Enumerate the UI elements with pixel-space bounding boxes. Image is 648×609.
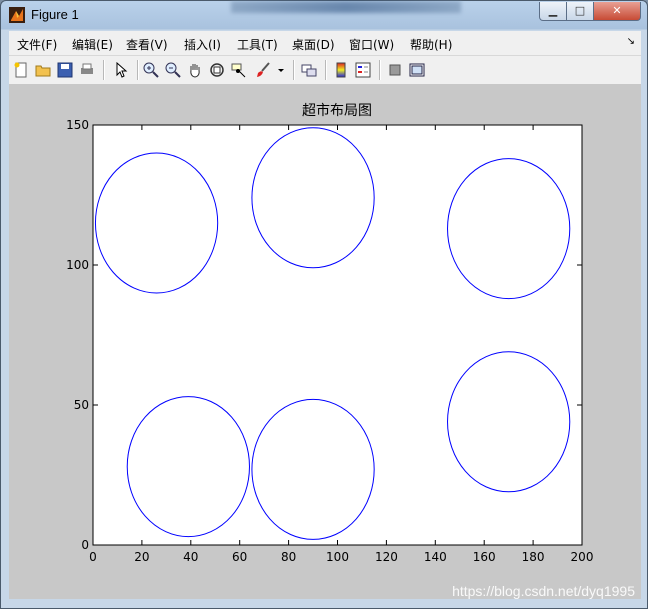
open-file-icon[interactable] (33, 60, 53, 80)
menu-tools[interactable]: 工具(T) (237, 36, 278, 53)
x-tick-label: 60 (232, 550, 247, 564)
link-plot-icon[interactable] (299, 60, 319, 80)
new-figure-icon[interactable] (11, 60, 31, 80)
y-tick-label: 0 (81, 538, 89, 552)
menu-window[interactable]: 窗口(W) (349, 36, 394, 53)
legend-icon[interactable] (353, 60, 373, 80)
menu-file[interactable]: 文件(F) (17, 36, 57, 53)
x-tick-label: 120 (375, 550, 398, 564)
menu-desktop[interactable]: 桌面(D) (292, 36, 335, 53)
pan-hand-icon[interactable] (185, 60, 205, 80)
x-tick-label: 200 (571, 550, 594, 564)
x-tick-label: 100 (326, 550, 349, 564)
y-tick-label: 150 (66, 118, 89, 132)
print-icon[interactable] (77, 60, 97, 80)
x-tick-label: 180 (522, 550, 545, 564)
menu-dock-arrow-icon[interactable]: ↘ (627, 36, 635, 47)
toolbar (9, 56, 641, 85)
menu-help[interactable]: 帮助(H) (410, 36, 452, 53)
menu-view[interactable]: 查看(V) (126, 36, 168, 53)
toolbar-separator (379, 60, 381, 80)
rotate-3d-icon[interactable] (207, 60, 227, 80)
select-arrow-icon[interactable] (111, 60, 131, 80)
hide-plot-tools-icon[interactable] (385, 60, 405, 80)
maximize-button[interactable]: □ (566, 2, 594, 21)
toolbar-separator (103, 60, 105, 80)
close-button[interactable]: ✕ (593, 2, 641, 21)
menu-edit[interactable]: 编辑(E) (72, 36, 113, 53)
data-cursor-icon[interactable] (229, 60, 249, 80)
y-tick-label: 100 (66, 258, 89, 272)
plot-svg: 超市布局图 0 20 40 60 80 100 120 140 160 180 200 0 50 100 1… (66, 102, 594, 564)
show-plot-tools-icon[interactable] (407, 60, 427, 80)
colorbar-icon[interactable] (331, 60, 351, 80)
toolbar-separator (137, 60, 139, 80)
toolbar-separator (325, 60, 327, 80)
x-tick-label: 140 (424, 550, 447, 564)
brush-icon[interactable] (253, 60, 273, 80)
menu-bar: 文件(F) 编辑(E) 查看(V) 插入(I) 工具(T) 桌面(D) 窗口(W… (9, 31, 641, 56)
menu-insert[interactable]: 插入(I) (184, 36, 221, 53)
x-tick-label: 0 (89, 550, 97, 564)
blurred-region (231, 1, 461, 13)
figure-window: Figure 1 ▁ □ ✕ 文件(F) 编辑(E) 查看(V) 插入(I) 工… (0, 0, 648, 609)
title-bar[interactable]: Figure 1 ▁ □ ✕ (1, 1, 647, 29)
y-tick-label: 50 (74, 398, 89, 412)
x-tick-label: 40 (183, 550, 198, 564)
figure-canvas: 超市布局图 0 20 40 60 80 100 120 140 160 180 200 0 50 100 1… (9, 85, 641, 599)
save-icon[interactable] (55, 60, 75, 80)
x-tick-label: 160 (473, 550, 496, 564)
axes-background[interactable] (93, 125, 582, 545)
minimize-button[interactable]: ▁ (539, 2, 567, 21)
brush-dropdown-chevron-down-icon[interactable] (275, 60, 287, 80)
x-tick-label: 20 (134, 550, 149, 564)
watermark: https://blog.csdn.net/dyq1995 (452, 583, 635, 599)
toolbar-separator (293, 60, 295, 80)
zoom-in-icon[interactable] (141, 60, 161, 80)
zoom-out-icon[interactable] (163, 60, 183, 80)
window-title: Figure 1 (31, 7, 79, 22)
matlab-icon (9, 7, 25, 23)
x-tick-label: 80 (281, 550, 296, 564)
chart-title: 超市布局图 (302, 102, 372, 119)
